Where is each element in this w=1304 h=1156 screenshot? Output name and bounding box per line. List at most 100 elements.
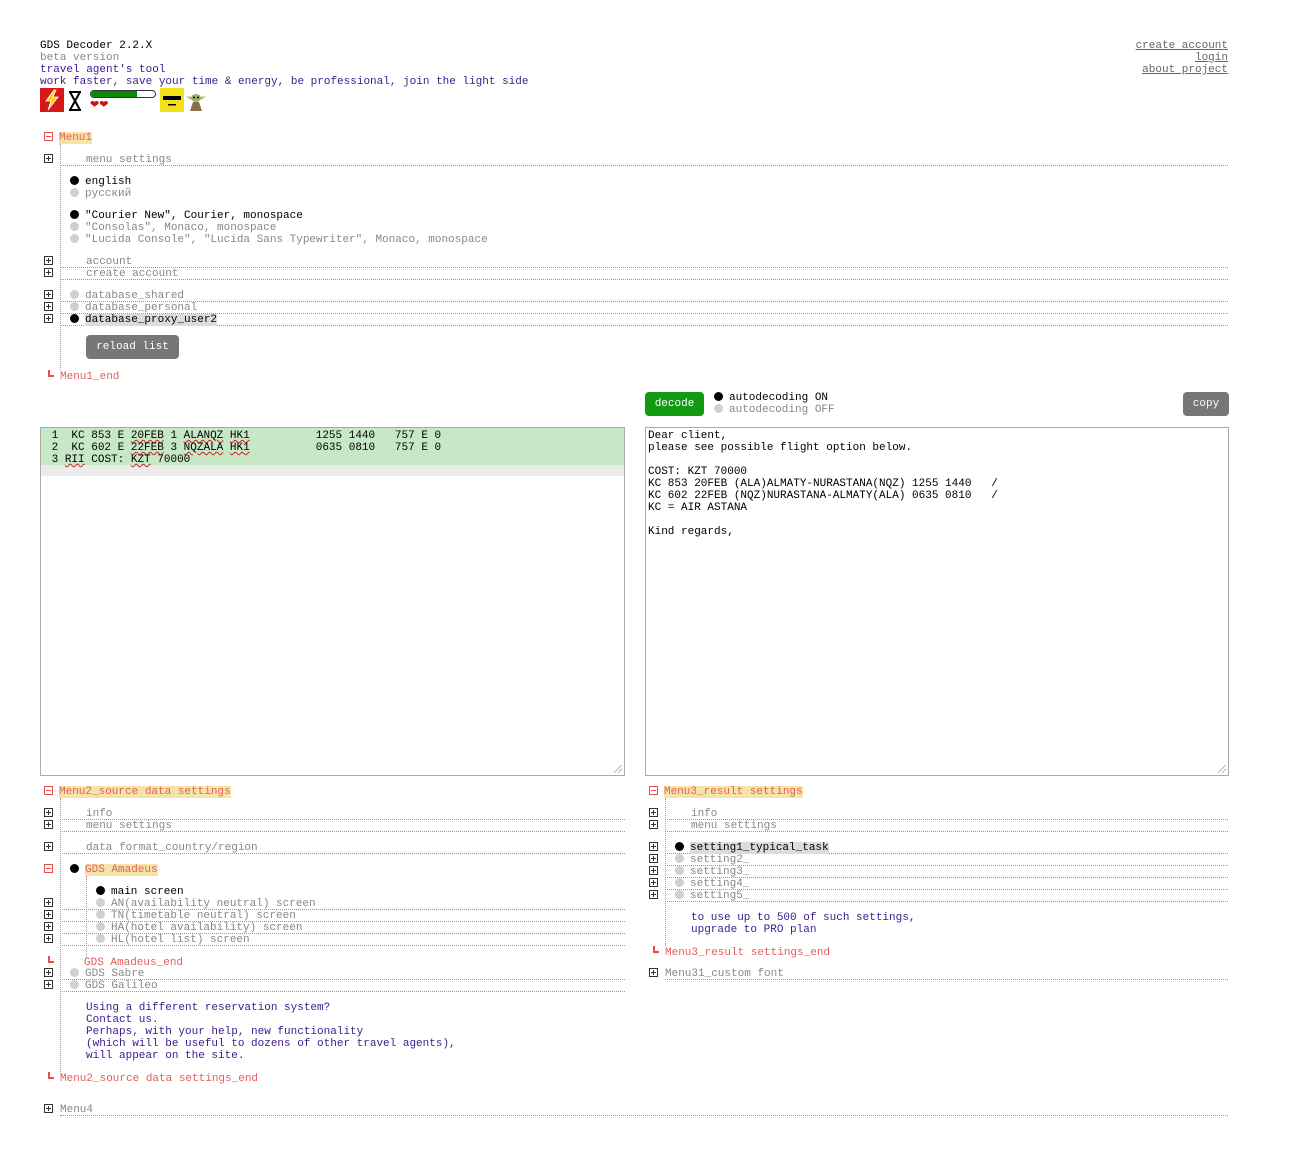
energy-bar: [90, 90, 156, 98]
login-link[interactable]: login: [1195, 52, 1228, 64]
expand-icon[interactable]: [44, 922, 53, 931]
gds-sabre-option[interactable]: GDS Sabre: [70, 968, 144, 980]
radio-empty-icon: [96, 934, 105, 943]
radio-selected-icon: [96, 886, 105, 895]
font-option-courier[interactable]: "Courier New", Courier, monospace: [70, 210, 303, 222]
expand-icon[interactable]: [44, 256, 53, 265]
expand-icon[interactable]: [44, 934, 53, 943]
menu4-label[interactable]: Menu4: [60, 1104, 93, 1116]
menu2-info-item[interactable]: info: [86, 808, 112, 820]
branch-end-icon: [48, 956, 54, 963]
collapse-icon[interactable]: [649, 786, 658, 795]
expand-icon[interactable]: [649, 878, 658, 887]
setting5-option[interactable]: setting5_: [675, 890, 749, 902]
menu2-header[interactable]: Menu2_source data settings: [44, 786, 231, 798]
radio-empty-icon: [675, 890, 684, 899]
result-text: Dear client, please see possible flight …: [648, 430, 998, 538]
collapse-icon[interactable]: [44, 864, 53, 873]
create-account-link[interactable]: create account: [1136, 40, 1228, 52]
resize-handle-icon[interactable]: [614, 765, 622, 773]
radio-empty-icon: [96, 922, 105, 931]
gds-galileo-option[interactable]: GDS Galileo: [70, 980, 158, 992]
expand-icon[interactable]: [649, 808, 658, 817]
about-project-link[interactable]: about project: [1142, 64, 1228, 76]
menu3-info-item[interactable]: info: [691, 808, 717, 820]
db-option-personal[interactable]: database_personal: [70, 302, 197, 314]
font-option-consolas[interactable]: "Consolas", Monaco, monospace: [70, 222, 276, 234]
resize-handle-icon[interactable]: [1218, 765, 1226, 773]
setting2-option[interactable]: setting2_: [675, 854, 749, 866]
amadeus-hl-screen[interactable]: HL(hotel list) screen: [96, 934, 250, 946]
menu2-menu-settings-item[interactable]: menu settings: [86, 820, 172, 832]
create-account-item[interactable]: create account: [86, 268, 178, 280]
font-option-lucida[interactable]: "Lucida Console", "Lucida Sans Typewrite…: [70, 234, 488, 246]
expand-icon[interactable]: [44, 898, 53, 907]
expand-icon[interactable]: [44, 808, 53, 817]
source-line: 3 RII COST: KZT 70000: [51, 454, 191, 466]
upgrade-note: to use up to 500 of such settings, upgra…: [691, 912, 916, 936]
expand-icon[interactable]: [649, 866, 658, 875]
radio-empty-icon: [675, 854, 684, 863]
collapse-icon[interactable]: [44, 786, 53, 795]
menu3-header[interactable]: Menu3_result settings: [649, 786, 803, 798]
expand-icon[interactable]: [44, 314, 53, 323]
expand-icon[interactable]: [649, 842, 658, 851]
expand-icon[interactable]: [44, 910, 53, 919]
cool-face-icon: [160, 88, 184, 112]
collapse-icon[interactable]: [44, 132, 53, 141]
menu1-settings-row[interactable]: [60, 154, 1228, 166]
expand-icon[interactable]: [44, 290, 53, 299]
menu1-label: Menu1: [59, 132, 93, 144]
expand-icon[interactable]: [44, 154, 53, 163]
menu1-header[interactable]: Menu1: [44, 132, 93, 144]
menu-settings-label: menu settings: [86, 154, 172, 166]
menu31-custom-font[interactable]: Menu31_custom font: [665, 968, 784, 980]
expand-icon[interactable]: [44, 842, 53, 851]
expand-icon[interactable]: [44, 968, 53, 977]
autodecoding-off-option[interactable]: autodecoding OFF: [714, 404, 835, 416]
autodecoding-on-option[interactable]: autodecoding ON: [714, 392, 828, 404]
hearts-icon: ❤❤: [90, 98, 109, 111]
account-item[interactable]: account: [86, 256, 132, 268]
expand-icon[interactable]: [44, 1104, 53, 1113]
header: GDS Decoder 2.2.X beta version travel ag…: [40, 40, 528, 88]
radio-empty-icon: [70, 302, 79, 311]
db-option-proxy-user2[interactable]: database_proxy_user2: [70, 314, 218, 326]
radio-empty-icon: [70, 980, 79, 989]
expand-icon[interactable]: [649, 854, 658, 863]
expand-icon[interactable]: [649, 890, 658, 899]
branch-end-icon: [48, 370, 54, 377]
decode-button[interactable]: decode: [645, 392, 704, 416]
source-text: 1 KC 853 E 20FEB 1 ALANQZ HK1 1255 1440 …: [45, 430, 442, 466]
radio-empty-icon: [70, 290, 79, 299]
different-system-note: Using a different reservation system? Co…: [86, 1002, 456, 1062]
menu3-menu-settings-item[interactable]: menu settings: [691, 820, 777, 832]
setting4-option[interactable]: setting4_: [675, 878, 749, 890]
radio-selected-icon: [70, 314, 79, 323]
expand-icon[interactable]: [649, 820, 658, 829]
contact-us-link[interactable]: Contact us.: [86, 1014, 456, 1026]
expand-icon[interactable]: [44, 302, 53, 311]
amadeus-tn-screen[interactable]: TN(timetable neutral) screen: [96, 910, 296, 922]
radio-empty-icon: [96, 898, 105, 907]
expand-icon[interactable]: [44, 820, 53, 829]
lang-option-russian[interactable]: русский: [70, 188, 131, 200]
radio-empty-icon: [675, 878, 684, 887]
source-data-textarea[interactable]: 1 KC 853 E 20FEB 1 ALANQZ HK1 1255 1440 …: [40, 427, 625, 776]
amadeus-an-screen[interactable]: AN(availability neutral) screen: [96, 898, 316, 910]
expand-icon[interactable]: [649, 968, 658, 977]
db-option-shared[interactable]: database_shared: [70, 290, 184, 302]
amadeus-main-screen[interactable]: main screen: [96, 886, 184, 898]
lang-option-english[interactable]: english: [70, 176, 131, 188]
reload-list-button[interactable]: reload list: [86, 335, 179, 359]
expand-icon[interactable]: [44, 268, 53, 277]
upgrade-pro-link[interactable]: upgrade to PRO plan: [691, 924, 915, 936]
setting3-option[interactable]: setting3_: [675, 866, 749, 878]
copy-button[interactable]: copy: [1183, 392, 1229, 416]
result-textarea[interactable]: Dear client, please see possible flight …: [645, 427, 1229, 776]
gds-amadeus-option[interactable]: GDS Amadeus: [70, 864, 158, 876]
data-format-item[interactable]: data format_country/region: [86, 842, 258, 854]
setting1-option[interactable]: setting1_typical_task: [675, 842, 829, 854]
amadeus-ha-screen[interactable]: HA(hotel availability) screen: [96, 922, 302, 934]
expand-icon[interactable]: [44, 980, 53, 989]
